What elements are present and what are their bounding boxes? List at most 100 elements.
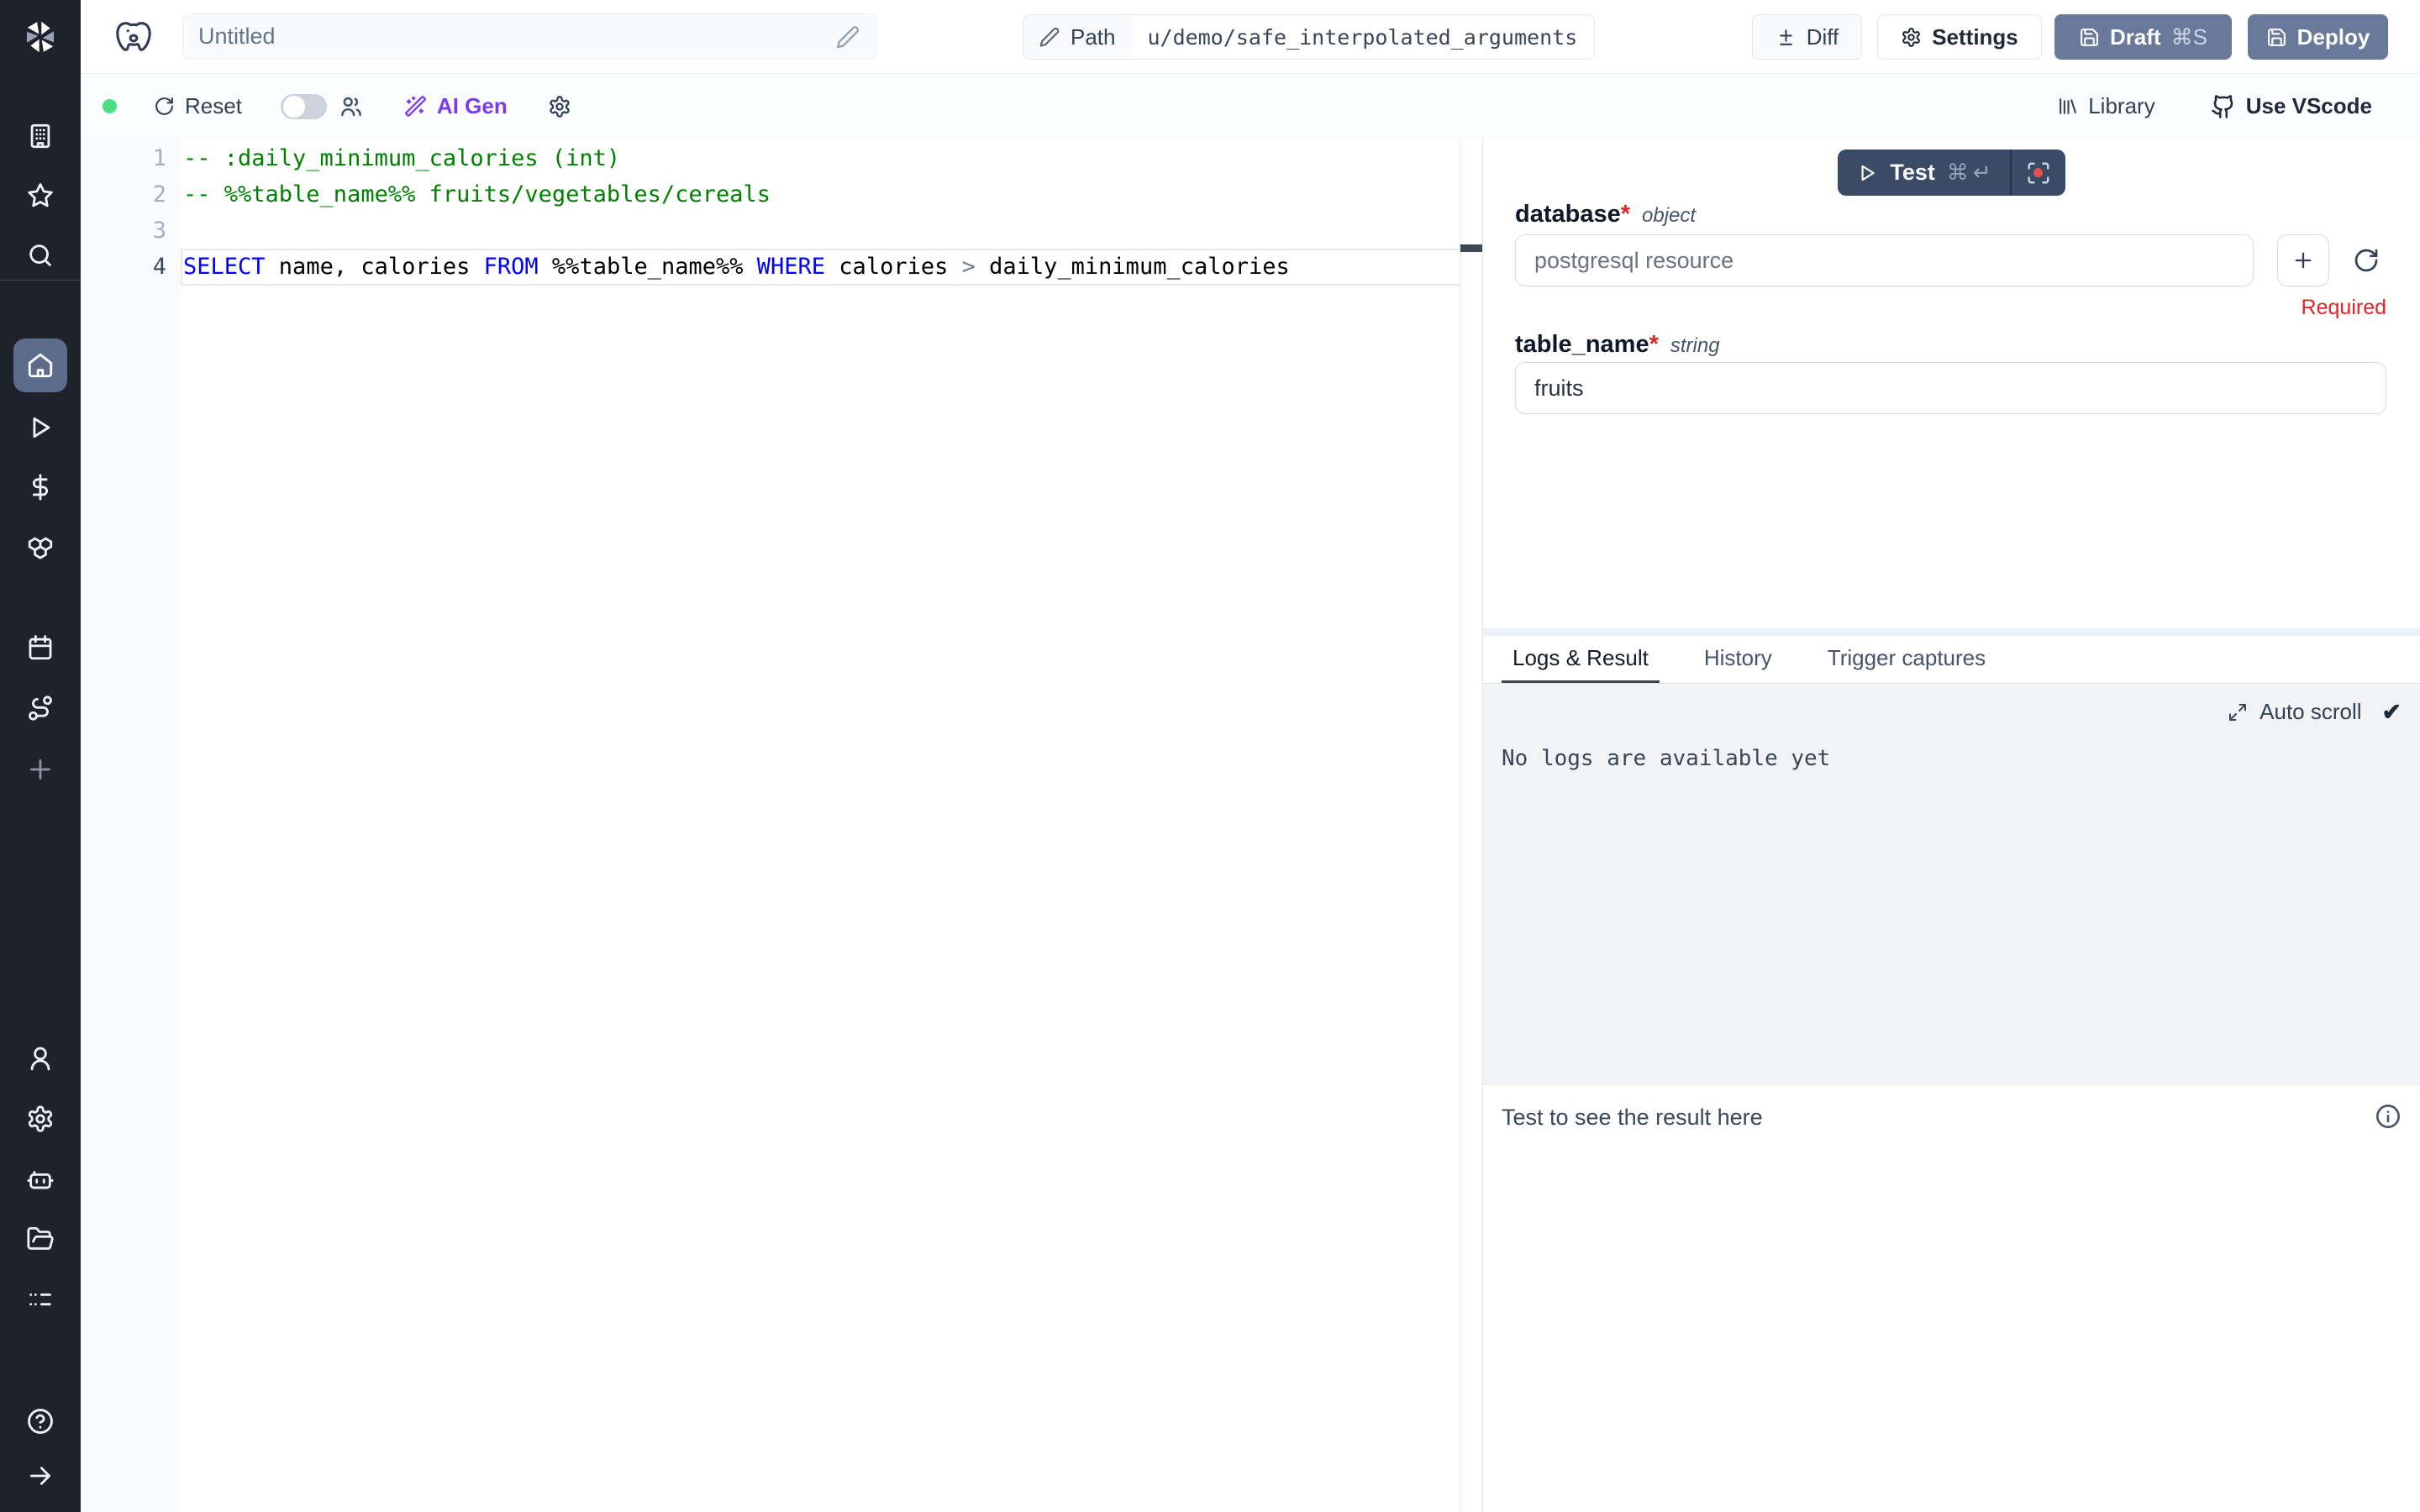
gear-icon: [26, 1105, 55, 1133]
script-title-field[interactable]: Untitled: [182, 13, 876, 60]
play-icon: [26, 413, 55, 442]
plus-icon: [2291, 249, 2315, 272]
calendar-icon: [26, 633, 55, 662]
sidebar-item-resources[interactable]: [22, 529, 59, 566]
result-tabs: Logs & Result History Trigger captures: [1483, 636, 2420, 684]
library-label: Library: [2088, 93, 2154, 119]
postgresql-icon: [114, 18, 153, 56]
logs-panel: Auto scroll ✔ No logs are available yet: [1483, 685, 2420, 1084]
code-line[interactable]: -- %%table_name%% fruits/vegetables/cere…: [181, 176, 1460, 213]
database-field-row: [1515, 234, 2386, 286]
maximize-icon[interactable]: [2228, 702, 2248, 722]
settings-gear-icon: [1901, 27, 1922, 48]
line-number: 3: [81, 213, 181, 249]
editor-settings-button[interactable]: [548, 95, 571, 118]
windmill-logo-icon[interactable]: [18, 15, 62, 59]
diff-button[interactable]: Diff: [1752, 14, 1862, 60]
code-line[interactable]: -- :daily_minimum_calories (int): [181, 140, 1460, 176]
sidebar-item-runs[interactable]: [22, 409, 59, 446]
sidebar-item-settings[interactable]: [22, 1100, 59, 1137]
refresh-icon: [2353, 247, 2380, 274]
test-label: Test: [1890, 160, 1935, 186]
tab-trigger-captures[interactable]: Trigger captures: [1817, 636, 1996, 683]
dollar-icon: [26, 473, 55, 501]
sidebar-item-schedules[interactable]: [22, 629, 59, 666]
line-number: 2: [81, 176, 181, 213]
auto-scroll-row: Auto scroll ✔: [1483, 685, 2420, 726]
tab-logs-result[interactable]: Logs & Result: [1502, 636, 1660, 683]
settings-label: Settings: [1932, 24, 2018, 50]
settings-button[interactable]: Settings: [1877, 14, 2042, 60]
result-panel: Test to see the result here: [1483, 1084, 2420, 1512]
sidebar-item-folders[interactable]: [22, 1221, 59, 1257]
line-number: 4: [81, 249, 181, 285]
logs-empty-message: No logs are available yet: [1502, 746, 2420, 771]
database-input[interactable]: [1515, 234, 2254, 286]
code-lines[interactable]: -- :daily_minimum_calories (int)-- %%tab…: [181, 139, 1460, 1512]
add-resource-button[interactable]: [2277, 234, 2329, 286]
draft-label: Draft: [2110, 24, 2161, 50]
status-dot: [103, 99, 117, 113]
tab-history[interactable]: History: [1693, 636, 1783, 683]
sidebar-item-add[interactable]: [22, 751, 59, 788]
sidebar-item-variables[interactable]: [22, 469, 59, 506]
save-icon: [2266, 27, 2287, 48]
path-label: Path: [1071, 24, 1116, 50]
use-vscode-label: Use VScode: [2246, 93, 2372, 119]
save-icon: [2079, 27, 2100, 48]
multiplayer-toggle[interactable]: [281, 94, 327, 119]
test-button[interactable]: Test ⌘ ↵: [1838, 150, 2009, 196]
building-icon: [26, 122, 55, 150]
auto-scroll-checkbox[interactable]: ✔: [2382, 698, 2402, 726]
play-icon: [1856, 162, 1878, 184]
edit-title-pencil-icon[interactable]: [835, 24, 860, 50]
plus-icon: [26, 755, 55, 784]
line-number: 1: [81, 140, 181, 176]
code-editor[interactable]: 1234 -- :daily_minimum_calories (int)-- …: [81, 139, 1482, 1512]
panel-splitter[interactable]: [1483, 628, 2420, 636]
code-line[interactable]: SELECT name, calories FROM %%table_name%…: [181, 249, 1460, 285]
home-icon: [26, 351, 55, 380]
deploy-label: Deploy: [2297, 24, 2370, 50]
list-icon: [26, 1285, 55, 1314]
magic-wand-icon: [404, 95, 427, 118]
path-field[interactable]: Path u/demo/safe_interpolated_arguments: [1023, 14, 1595, 60]
gear-icon: [548, 95, 571, 118]
refresh-resources-button[interactable]: [2353, 244, 2386, 277]
test-row: Test ⌘ ↵: [1483, 150, 2420, 196]
draft-button[interactable]: Draft ⌘S: [2054, 14, 2232, 60]
info-icon[interactable]: [2375, 1103, 2402, 1130]
sidebar-item-search[interactable]: [22, 237, 59, 274]
table-name-field-row: [1515, 362, 2386, 414]
arrow-right-icon: [26, 1462, 55, 1490]
capture-test-button[interactable]: [2012, 150, 2065, 196]
table-name-input[interactable]: [1515, 362, 2386, 414]
sidebar-item-favorites[interactable]: [22, 177, 59, 214]
boxes-icon: [26, 533, 55, 562]
sidebar-item-audit-logs[interactable]: [22, 1281, 59, 1318]
path-label-segment[interactable]: Path: [1023, 15, 1131, 59]
editor-overview-ruler[interactable]: [1460, 139, 1482, 1512]
deploy-button[interactable]: Deploy: [2248, 14, 2388, 60]
sidebar-item-workspace[interactable]: [22, 118, 59, 155]
user-icon: [26, 1044, 55, 1073]
code-line[interactable]: [181, 213, 1460, 249]
code-token-keyword: SELECT: [183, 254, 266, 280]
toolbar-right-group: Library Use VScode: [2057, 74, 2372, 139]
library-button[interactable]: Library: [2057, 93, 2154, 119]
auto-scroll-label: Auto scroll: [2260, 699, 2361, 725]
sidebar-item-help[interactable]: [22, 1403, 59, 1440]
required-star: *: [1621, 201, 1630, 228]
path-value[interactable]: u/demo/safe_interpolated_arguments: [1131, 15, 1595, 59]
sidebar-collapse-button[interactable]: [22, 1457, 59, 1494]
use-vscode-button[interactable]: Use VScode: [2211, 93, 2372, 119]
ai-gen-button[interactable]: AI Gen: [404, 93, 508, 119]
sidebar-item-workers[interactable]: [22, 1161, 59, 1198]
diff-icon: [1776, 27, 1797, 48]
star-icon: [26, 181, 55, 210]
sidebar-item-home[interactable]: [13, 339, 67, 392]
sidebar-item-triggers[interactable]: [22, 690, 59, 727]
sidebar-item-account[interactable]: [22, 1040, 59, 1077]
reset-button[interactable]: Reset: [154, 93, 242, 119]
field-name: database: [1515, 201, 1621, 228]
